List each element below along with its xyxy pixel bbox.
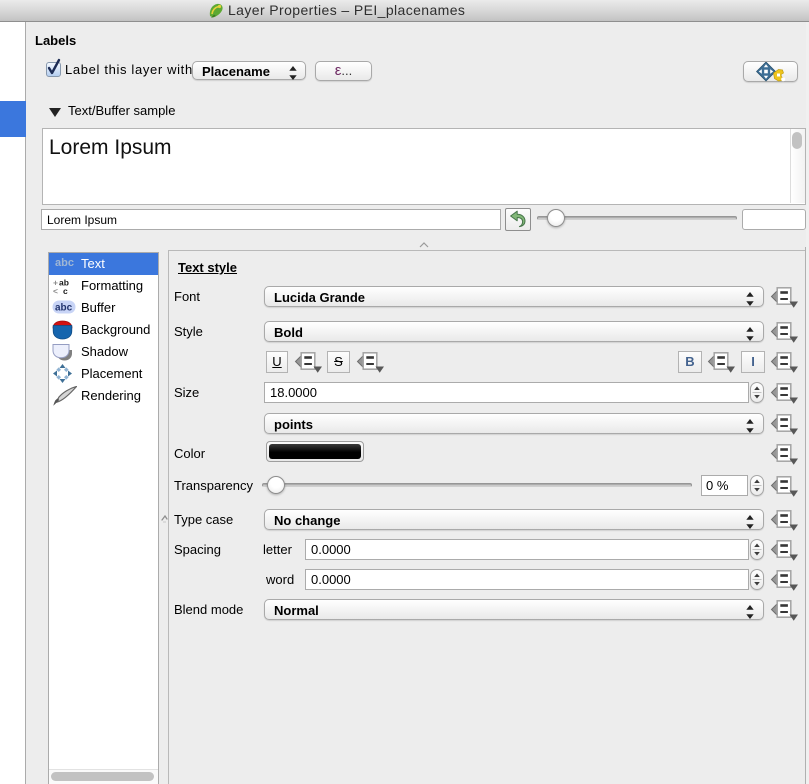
svg-text:<: <	[53, 286, 58, 295]
svg-text:c: c	[63, 286, 68, 295]
svg-text:abc: abc	[55, 303, 73, 314]
